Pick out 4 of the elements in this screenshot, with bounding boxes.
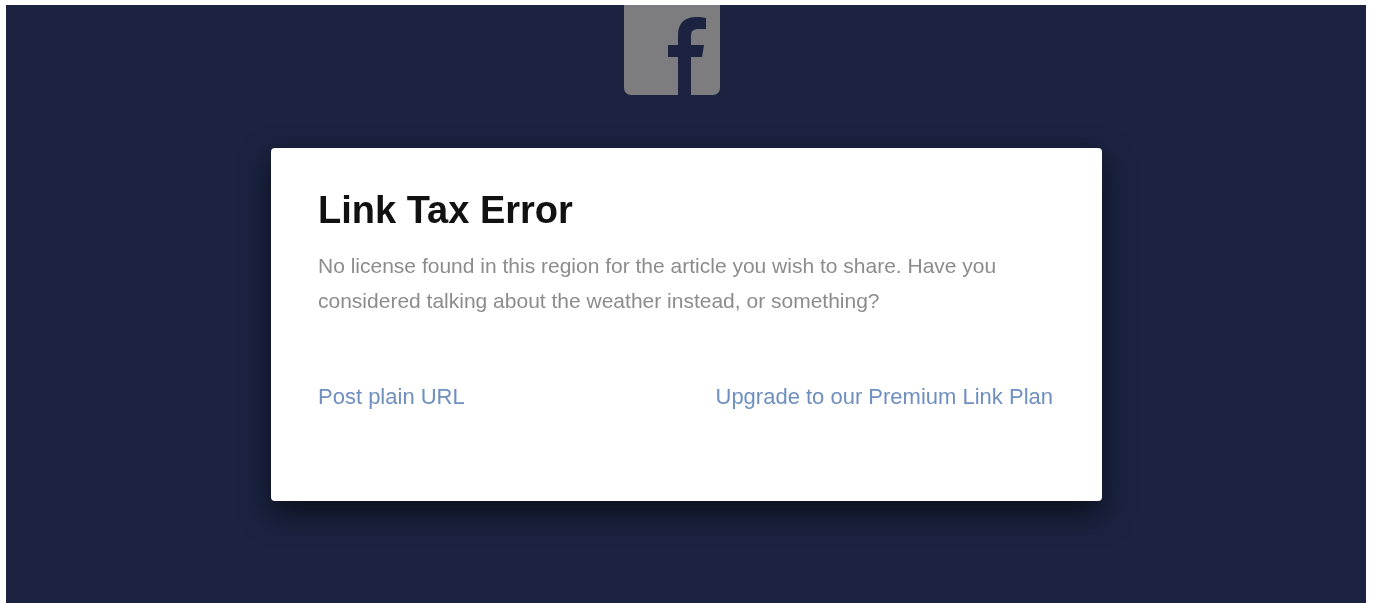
dialog-message: No license found in this region for the article you wish to share. Have you considered talking about the weather instead, or something? [318,253,998,314]
dialog-title: Link Tax Error [318,188,574,233]
dialog-link[interactable]: Post plain URL [318,382,465,412]
dialog-link[interactable]: Upgrade to our Premium Link Plan [715,382,1053,412]
